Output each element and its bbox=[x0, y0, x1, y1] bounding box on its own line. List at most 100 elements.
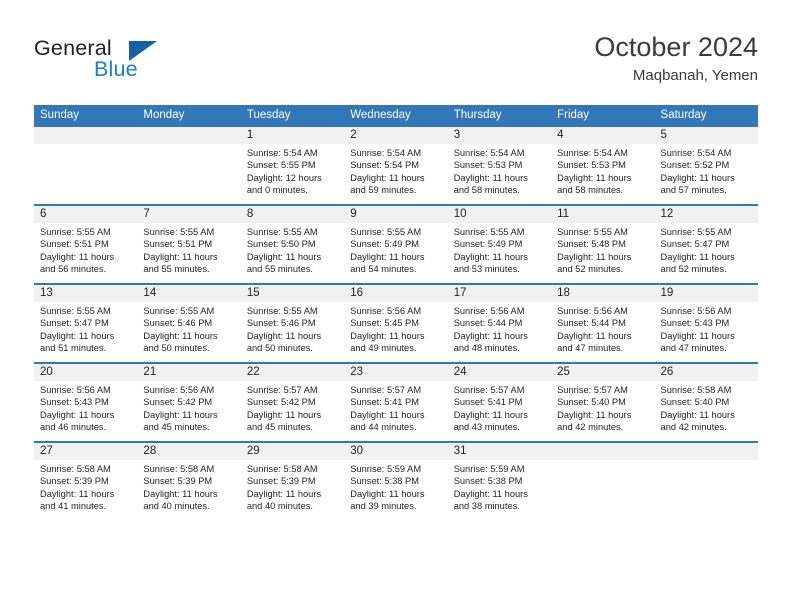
day-number[interactable]: 19 bbox=[654, 285, 758, 302]
day-number[interactable]: 24 bbox=[447, 364, 552, 381]
day-number[interactable]: 23 bbox=[344, 364, 448, 381]
sunset-text: Sunset: 5:54 PM bbox=[350, 160, 419, 171]
day-cell[interactable]: Sunrise: 5:59 AM Sunset: 5:38 PM Dayligh… bbox=[447, 460, 552, 520]
daylight-text-line2: and 59 minutes. bbox=[350, 185, 417, 196]
day-number[interactable]: 15 bbox=[240, 285, 345, 302]
daylight-text-line1: Daylight: 11 hours bbox=[143, 330, 218, 341]
day-number[interactable]: 27 bbox=[34, 443, 138, 460]
day-number[interactable]: 28 bbox=[137, 443, 241, 460]
daylight-text-line2: and 0 minutes. bbox=[246, 185, 308, 196]
day-cell[interactable] bbox=[654, 460, 758, 520]
daylight-text-line2: and 40 minutes. bbox=[246, 501, 313, 512]
sunrise-text: Sunrise: 5:54 AM bbox=[246, 148, 318, 158]
day-number[interactable] bbox=[551, 443, 655, 460]
day-cell[interactable]: Sunrise: 5:55 AM Sunset: 5:48 PM Dayligh… bbox=[551, 223, 655, 283]
day-cell[interactable]: Sunrise: 5:57 AM Sunset: 5:42 PM Dayligh… bbox=[240, 381, 345, 441]
day-cell[interactable]: Sunrise: 5:56 AM Sunset: 5:45 PM Dayligh… bbox=[344, 302, 448, 362]
day-cell[interactable]: Sunrise: 5:57 AM Sunset: 5:41 PM Dayligh… bbox=[447, 381, 552, 441]
day-number[interactable] bbox=[137, 127, 241, 144]
day-cell[interactable]: Sunrise: 5:55 AM Sunset: 5:46 PM Dayligh… bbox=[137, 302, 241, 362]
day-cell[interactable] bbox=[34, 144, 138, 204]
day-number[interactable]: 12 bbox=[654, 206, 758, 223]
day-cell[interactable]: Sunrise: 5:54 AM Sunset: 5:52 PM Dayligh… bbox=[654, 144, 758, 204]
day-cell[interactable]: Sunrise: 5:58 AM Sunset: 5:40 PM Dayligh… bbox=[654, 381, 758, 441]
day-cell[interactable]: Sunrise: 5:55 AM Sunset: 5:46 PM Dayligh… bbox=[240, 302, 345, 362]
sunset-text: Sunset: 5:49 PM bbox=[453, 239, 523, 250]
sunrise-text: Sunrise: 5:58 AM bbox=[40, 464, 111, 474]
day-cell[interactable]: Sunrise: 5:55 AM Sunset: 5:51 PM Dayligh… bbox=[34, 223, 138, 283]
day-cell[interactable]: Sunrise: 5:54 AM Sunset: 5:54 PM Dayligh… bbox=[344, 144, 448, 204]
day-cell[interactable]: Sunrise: 5:56 AM Sunset: 5:42 PM Dayligh… bbox=[137, 381, 241, 441]
day-cell[interactable]: Sunrise: 5:56 AM Sunset: 5:43 PM Dayligh… bbox=[34, 381, 138, 441]
day-number[interactable]: 9 bbox=[344, 206, 448, 223]
day-number[interactable]: 16 bbox=[344, 285, 448, 302]
daylight-text-line1: Daylight: 11 hours bbox=[557, 172, 632, 183]
day-cell[interactable]: Sunrise: 5:55 AM Sunset: 5:47 PM Dayligh… bbox=[34, 302, 138, 362]
day-number[interactable] bbox=[34, 127, 138, 144]
day-cell[interactable]: Sunrise: 5:55 AM Sunset: 5:49 PM Dayligh… bbox=[344, 223, 448, 283]
day-number[interactable]: 20 bbox=[34, 364, 138, 381]
sunrise-text: Sunrise: 5:55 AM bbox=[40, 306, 111, 316]
sunset-text: Sunset: 5:51 PM bbox=[143, 239, 213, 250]
sunset-text: Sunset: 5:40 PM bbox=[660, 397, 730, 408]
day-number[interactable]: 11 bbox=[551, 206, 655, 223]
day-cell[interactable]: Sunrise: 5:54 AM Sunset: 5:53 PM Dayligh… bbox=[551, 144, 655, 204]
day-cell[interactable]: Sunrise: 5:56 AM Sunset: 5:44 PM Dayligh… bbox=[551, 302, 655, 362]
day-number[interactable]: 10 bbox=[447, 206, 552, 223]
day-number[interactable]: 29 bbox=[240, 443, 345, 460]
day-number[interactable]: 30 bbox=[344, 443, 448, 460]
day-number[interactable]: 14 bbox=[137, 285, 241, 302]
sunset-text: Sunset: 5:49 PM bbox=[350, 239, 419, 250]
daylight-text-line1: Daylight: 11 hours bbox=[40, 409, 115, 420]
day-cell[interactable]: Sunrise: 5:54 AM Sunset: 5:53 PM Dayligh… bbox=[447, 144, 552, 204]
day-cell[interactable]: Sunrise: 5:58 AM Sunset: 5:39 PM Dayligh… bbox=[34, 460, 138, 520]
sunrise-text: Sunrise: 5:55 AM bbox=[143, 306, 215, 316]
daylight-text-line2: and 52 minutes. bbox=[660, 264, 727, 275]
day-cell[interactable]: Sunrise: 5:56 AM Sunset: 5:43 PM Dayligh… bbox=[654, 302, 758, 362]
sunset-text: Sunset: 5:42 PM bbox=[246, 397, 316, 408]
day-number[interactable]: 4 bbox=[551, 127, 655, 144]
day-cell[interactable]: Sunrise: 5:55 AM Sunset: 5:51 PM Dayligh… bbox=[137, 223, 241, 283]
day-cell[interactable]: Sunrise: 5:57 AM Sunset: 5:41 PM Dayligh… bbox=[344, 381, 448, 441]
day-number[interactable]: 6 bbox=[34, 206, 138, 223]
day-cell[interactable]: Sunrise: 5:55 AM Sunset: 5:47 PM Dayligh… bbox=[654, 223, 758, 283]
day-cell[interactable] bbox=[137, 144, 241, 204]
daylight-text-line1: Daylight: 11 hours bbox=[350, 330, 425, 341]
day-number[interactable]: 8 bbox=[240, 206, 345, 223]
day-number[interactable]: 22 bbox=[240, 364, 345, 381]
page-subtitle: Maqbanah, Yemen bbox=[632, 67, 758, 84]
sunrise-text: Sunrise: 5:59 AM bbox=[453, 464, 525, 474]
day-number[interactable]: 7 bbox=[137, 206, 241, 223]
day-cell[interactable]: Sunrise: 5:56 AM Sunset: 5:44 PM Dayligh… bbox=[447, 302, 552, 362]
sunset-text: Sunset: 5:39 PM bbox=[40, 476, 109, 487]
day-cell[interactable]: Sunrise: 5:58 AM Sunset: 5:39 PM Dayligh… bbox=[137, 460, 241, 520]
day-number[interactable]: 25 bbox=[551, 364, 655, 381]
sunrise-text: Sunrise: 5:55 AM bbox=[143, 227, 215, 237]
day-number[interactable]: 17 bbox=[447, 285, 552, 302]
daylight-text-line2: and 43 minutes. bbox=[453, 422, 520, 433]
day-cell[interactable]: Sunrise: 5:57 AM Sunset: 5:40 PM Dayligh… bbox=[551, 381, 655, 441]
day-number[interactable] bbox=[654, 443, 758, 460]
day-cell[interactable]: Sunrise: 5:55 AM Sunset: 5:50 PM Dayligh… bbox=[240, 223, 345, 283]
day-number[interactable]: 18 bbox=[551, 285, 655, 302]
calendar-body: 1 2 3 4 5 Sunrise: 5:54 AM Sunset: 5:55 … bbox=[34, 127, 758, 520]
day-number[interactable]: 2 bbox=[344, 127, 448, 144]
sunset-text: Sunset: 5:41 PM bbox=[453, 397, 523, 408]
day-number-row: 13 14 15 16 17 18 19 bbox=[34, 285, 758, 302]
day-number[interactable]: 21 bbox=[137, 364, 241, 381]
sunrise-text: Sunrise: 5:55 AM bbox=[557, 227, 628, 237]
day-cell[interactable] bbox=[551, 460, 655, 520]
day-cell[interactable]: Sunrise: 5:59 AM Sunset: 5:38 PM Dayligh… bbox=[344, 460, 448, 520]
daylight-text-line1: Daylight: 11 hours bbox=[350, 488, 425, 499]
day-number[interactable]: 1 bbox=[240, 127, 345, 144]
day-cell[interactable]: Sunrise: 5:54 AM Sunset: 5:55 PM Dayligh… bbox=[240, 144, 345, 204]
day-cell[interactable]: Sunrise: 5:55 AM Sunset: 5:49 PM Dayligh… bbox=[447, 223, 552, 283]
day-number[interactable]: 31 bbox=[447, 443, 552, 460]
day-cell[interactable]: Sunrise: 5:58 AM Sunset: 5:39 PM Dayligh… bbox=[240, 460, 345, 520]
sunset-text: Sunset: 5:53 PM bbox=[557, 160, 626, 171]
day-number[interactable]: 3 bbox=[447, 127, 552, 144]
day-number[interactable]: 5 bbox=[654, 127, 758, 144]
day-number[interactable]: 13 bbox=[34, 285, 138, 302]
day-number[interactable]: 26 bbox=[654, 364, 758, 381]
sunset-text: Sunset: 5:52 PM bbox=[660, 160, 730, 171]
